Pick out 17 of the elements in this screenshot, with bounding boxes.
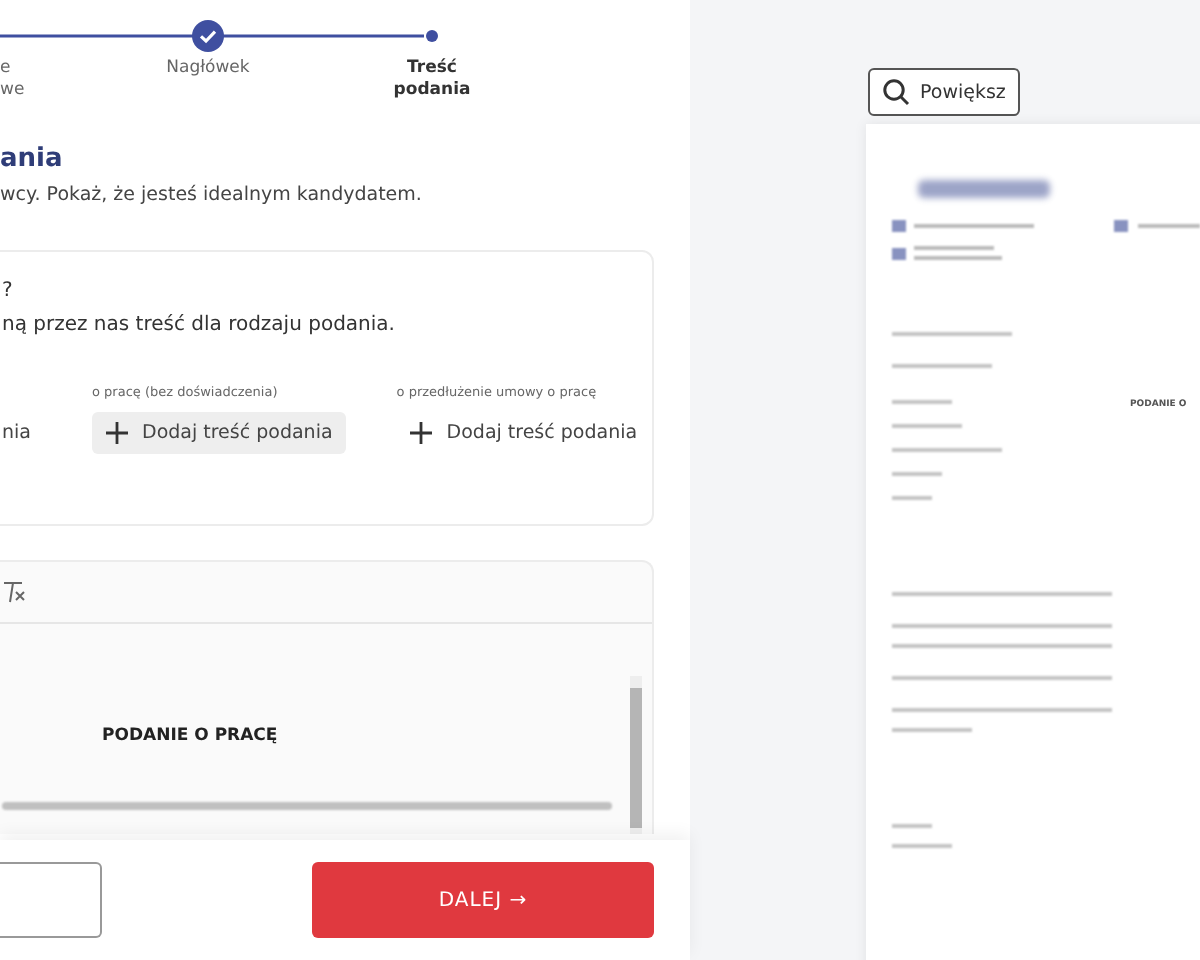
document-heading: PODANIE O PRACĘ bbox=[102, 726, 278, 746]
step-label: Treść podania bbox=[393, 58, 471, 102]
text-editor[interactable]: PODANIE O PRACĘ bbox=[0, 560, 654, 834]
zoom-button[interactable]: Powiększ bbox=[868, 68, 1020, 116]
question-text: ? bbox=[2, 280, 15, 302]
search-icon bbox=[882, 78, 910, 106]
plus-icon bbox=[410, 422, 433, 444]
clear-format-icon[interactable] bbox=[2, 580, 26, 604]
next-button[interactable]: DALEJ → bbox=[312, 862, 654, 938]
hint-text: ną przez nas treść dla rodzaju podania. bbox=[2, 314, 397, 336]
plus-icon bbox=[106, 422, 128, 444]
step-label: Nagłówek bbox=[166, 58, 250, 80]
section-subtitle: wcy. Pokaż, że jesteś idealnym kandydatem. bbox=[0, 184, 424, 206]
back-button[interactable] bbox=[0, 862, 102, 938]
step-label: e we bbox=[0, 58, 25, 102]
section-title: ania bbox=[0, 144, 65, 174]
add-content-button[interactable]: Dodaj treść podania bbox=[92, 412, 347, 454]
